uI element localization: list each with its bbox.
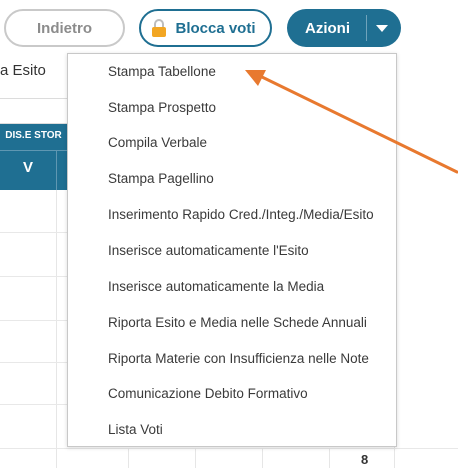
table-column-line [262, 448, 263, 468]
table-row [0, 232, 67, 233]
menu-item-inserisce-media[interactable]: Inserisce automaticamente la Media [108, 279, 324, 294]
table-row [0, 320, 67, 321]
column-header: DIS.E STOR [5, 130, 62, 141]
menu-item-stampa-prospetto[interactable]: Stampa Prospetto [108, 100, 216, 115]
table-column-line [128, 448, 129, 468]
menu-item-inserisce-esito[interactable]: Inserisce automaticamente l'Esito [108, 243, 309, 258]
actions-dropdown-menu: Stampa Tabellone Stampa Prospetto Compil… [67, 53, 397, 447]
table-row [0, 362, 67, 363]
lock-grades-label: Blocca voti [175, 19, 256, 37]
divider [0, 98, 67, 99]
table-row [0, 404, 67, 405]
menu-item-lista-voti[interactable]: Lista Voti [108, 422, 163, 437]
back-button[interactable]: Indietro [4, 9, 125, 47]
column-subheader: V [22, 159, 33, 176]
chevron-down-icon[interactable] [376, 25, 388, 32]
actions-button-label: Azioni [305, 19, 350, 37]
menu-item-compila-verbale[interactable]: Compila Verbale [108, 135, 207, 150]
table-column-line [195, 448, 196, 468]
divider [56, 151, 57, 190]
table-cell: 8 [361, 452, 369, 467]
back-button-label: Indietro [37, 19, 92, 37]
table-column-line [329, 448, 330, 468]
menu-item-inserimento-rapido[interactable]: Inserimento Rapido Cred./Integ./Media/Es… [108, 207, 374, 222]
menu-item-riporta-materie[interactable]: Riporta Materie con Insufficienza nelle … [108, 351, 369, 366]
menu-item-comunicazione-debito[interactable]: Comunicazione Debito Formativo [108, 386, 308, 401]
table-row [0, 276, 67, 277]
lock-grades-button[interactable]: Blocca voti [139, 9, 272, 47]
table-row [0, 448, 458, 449]
actions-divider [366, 15, 367, 41]
section-label: a Esito [0, 62, 46, 79]
actions-button[interactable]: Azioni [287, 9, 401, 47]
menu-item-stampa-pagellino[interactable]: Stampa Pagellino [108, 171, 214, 186]
menu-item-stampa-tabellone[interactable]: Stampa Tabellone [108, 64, 216, 79]
table-header: DIS.E STOR V [0, 124, 67, 190]
menu-item-riporta-esito-media[interactable]: Riporta Esito e Media nelle Schede Annua… [108, 315, 367, 330]
lock-icon [151, 19, 167, 37]
